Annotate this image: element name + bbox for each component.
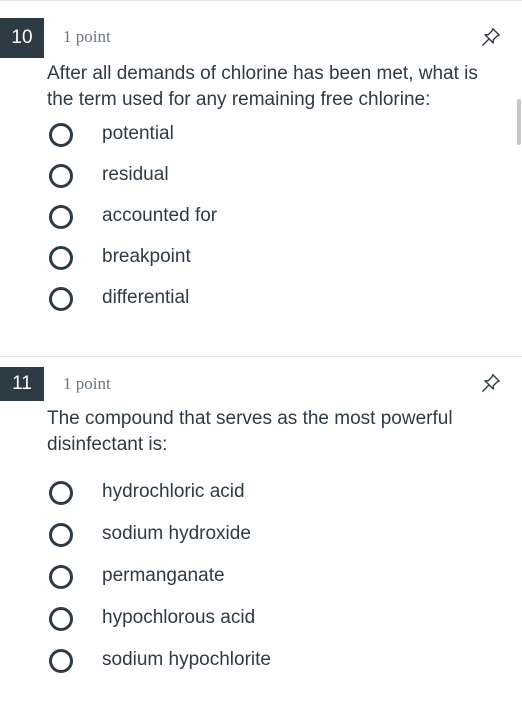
question-separator [0, 339, 522, 356]
radio-unselected-icon[interactable] [49, 565, 73, 589]
answer-label: hydrochloric acid [102, 481, 245, 502]
answer-option[interactable]: hydrochloric acid [0, 472, 522, 514]
question-card-11: 11 1 point The compound that serves as t… [0, 356, 522, 701]
radio-unselected-icon[interactable] [49, 481, 73, 505]
radio-unselected-icon[interactable] [49, 123, 73, 147]
answer-option[interactable]: sodium hydroxide [0, 514, 522, 556]
pin-icon[interactable] [480, 372, 502, 394]
answer-label: sodium hydroxide [102, 523, 251, 544]
answer-option[interactable]: accounted for [0, 196, 522, 237]
answer-label: residual [102, 164, 169, 185]
answer-label: differential [102, 287, 190, 308]
answer-label: hypochlorous acid [102, 607, 256, 628]
radio-unselected-icon[interactable] [49, 523, 73, 547]
radio-unselected-icon[interactable] [49, 649, 73, 673]
answer-label: sodium hypochlorite [102, 649, 271, 670]
answer-label: breakpoint [102, 246, 191, 267]
answer-option[interactable]: breakpoint [0, 237, 522, 278]
question-points: 1 point [63, 374, 111, 393]
question-number: 10 [0, 18, 44, 58]
radio-unselected-icon[interactable] [49, 246, 73, 270]
answer-option[interactable]: sodium hypochlorite [0, 640, 522, 682]
scrollbar-thumb[interactable] [517, 99, 521, 145]
radio-unselected-icon[interactable] [49, 205, 73, 229]
answer-list: potential residual accounted for breakpo… [0, 114, 522, 319]
radio-unselected-icon[interactable] [49, 287, 73, 311]
radio-unselected-icon[interactable] [49, 164, 73, 188]
question-text: After all demands of chlorine has been m… [47, 63, 478, 110]
question-card-10: 10 1 point After all demands of chlorine… [0, 0, 522, 340]
radio-unselected-icon[interactable] [49, 607, 73, 631]
answer-label: potential [102, 123, 174, 144]
pin-icon[interactable] [480, 26, 502, 48]
answer-option[interactable]: hypochlorous acid [0, 598, 522, 640]
answer-label: accounted for [102, 205, 218, 226]
question-number: 11 [0, 367, 44, 401]
answer-option[interactable]: potential [0, 114, 522, 155]
question-text: The compound that serves as the most pow… [47, 408, 453, 455]
answer-list: hydrochloric acid sodium hydroxide perma… [0, 472, 522, 682]
question-points: 1 point [63, 27, 111, 46]
answer-label: permanganate [102, 565, 225, 586]
answer-option[interactable]: permanganate [0, 556, 522, 598]
answer-option[interactable]: residual [0, 155, 522, 196]
answer-option[interactable]: differential [0, 278, 522, 319]
